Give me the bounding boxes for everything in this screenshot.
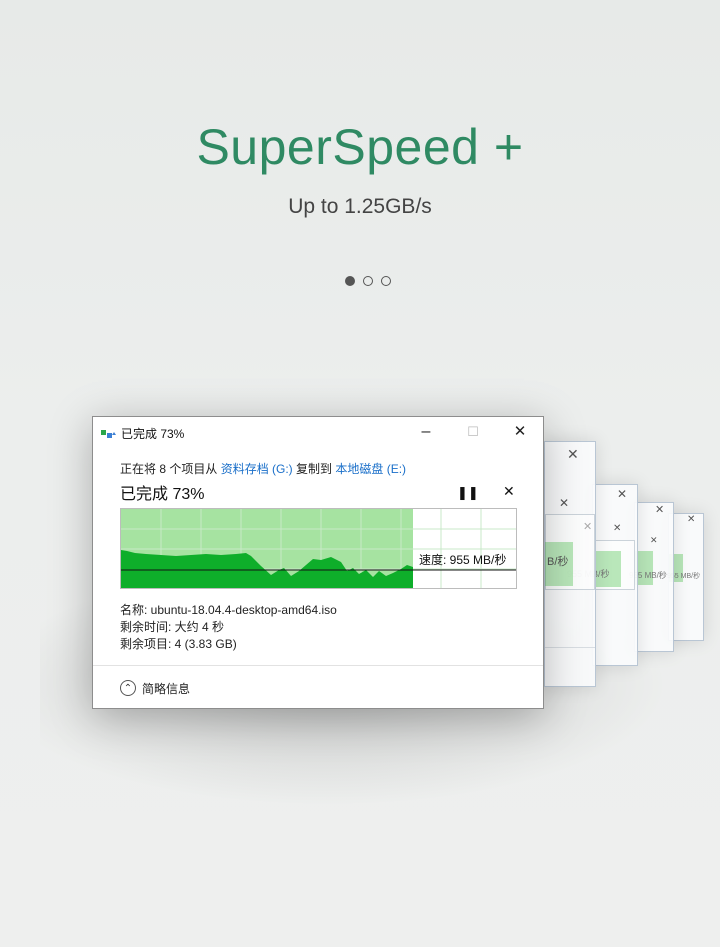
fewer-details-label: 简略信息 <box>142 681 191 696</box>
ghost-close-icon: ✕ <box>613 523 622 534</box>
ghost-close-icon: ✕ <box>617 487 628 501</box>
ghost-speed-text: B/秒 <box>547 556 569 568</box>
items-left-line: 剩余项目: 4 (3.83 GB) <box>120 637 237 651</box>
carousel-dot-3[interactable] <box>381 276 391 286</box>
status-prefix: 正在将 8 个项目从 <box>120 462 221 476</box>
source-link[interactable]: 资料存档 (G:) <box>221 462 293 476</box>
copy-icon <box>101 430 116 438</box>
copy-progress-window: 已完成 73% – ☐ ✕ 正在将 8 个项目从 资料存档 (G:) 复制到 本… <box>92 416 544 709</box>
title-bar[interactable]: 已完成 73% – ☐ ✕ <box>93 417 543 447</box>
destination-link[interactable]: 本地磁盘 (E:) <box>335 462 406 476</box>
fewer-details-button[interactable]: ⌃ 简略信息 <box>120 678 190 698</box>
ghost-window-3: ✕ ✕ 955 MB/秒 <box>629 502 674 652</box>
speed-graph: 速度: 955 MB/秒 <box>120 508 517 589</box>
copy-status-line: 正在将 8 个项目从 资料存档 (G:) 复制到 本地磁盘 (E:) <box>120 460 406 477</box>
ghost-close-icon: ✕ <box>567 446 579 462</box>
status-middle: 复制到 <box>292 462 336 476</box>
progress-title: 已完成 73% <box>120 486 205 503</box>
maximize-icon[interactable]: ☐ <box>461 422 485 442</box>
speed-label: 速度: 955 MB/秒 <box>419 553 507 567</box>
ghost-close-icon: ✕ <box>655 504 665 516</box>
close-icon[interactable]: ✕ <box>508 422 532 442</box>
ghost-close-icon: ✕ <box>687 514 696 525</box>
hero-subtitle: Up to 1.25GB/s <box>288 195 432 218</box>
ghost-close-icon: ✕ <box>650 535 658 545</box>
footer-divider <box>93 665 543 666</box>
ghost-divider <box>545 647 595 648</box>
ghost-close-icon: ✕ <box>559 496 570 510</box>
carousel-dots <box>345 276 391 286</box>
time-left-line: 剩余时间: 大约 4 秒 <box>120 620 225 634</box>
minimize-icon[interactable]: – <box>414 422 438 442</box>
file-name-line: 名称: ubuntu-18.04.4-desktop-amd64.iso <box>120 603 337 617</box>
carousel-dot-1[interactable] <box>345 276 355 286</box>
ghost-window-2: ✕ ✕ 955 MB/秒 <box>567 484 638 666</box>
pause-icon[interactable]: ❚❚ <box>457 485 479 501</box>
hero-title: SuperSpeed + <box>196 119 524 175</box>
ghost-window-1: ✕ ✕ ✕ B/秒 <box>544 441 596 687</box>
cancel-icon[interactable]: ✕ <box>503 483 515 500</box>
carousel-dot-2[interactable] <box>363 276 373 286</box>
chevron-up-icon: ⌃ <box>120 680 136 696</box>
speed-graph-svg <box>121 509 516 588</box>
window-title: 已完成 73% <box>121 427 185 441</box>
